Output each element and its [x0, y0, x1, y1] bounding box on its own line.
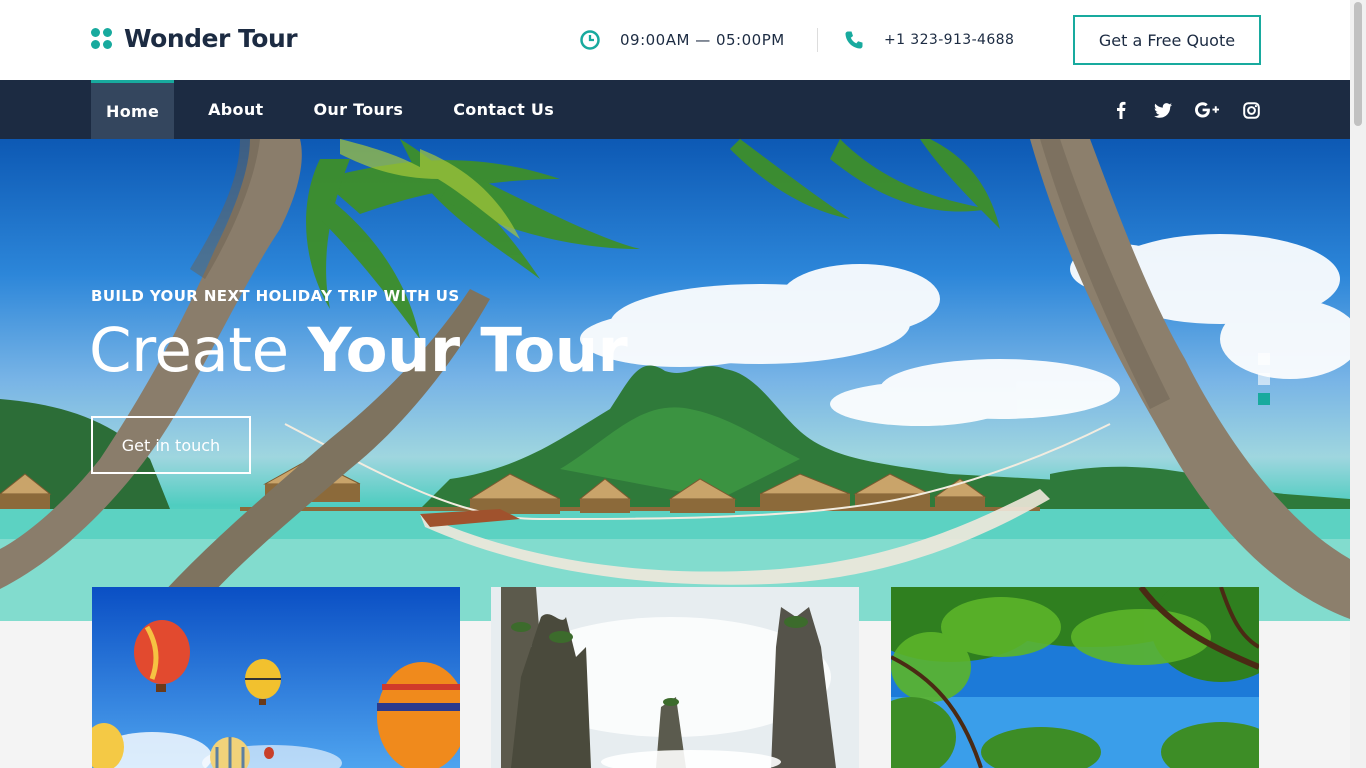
google-plus-icon[interactable]: [1194, 99, 1220, 121]
logo[interactable]: Wonder Tour: [91, 24, 298, 53]
nav-item-contact-us[interactable]: Contact Us: [428, 80, 579, 139]
hours-text: 09:00AM — 05:00PM: [620, 31, 785, 49]
nav-item-about[interactable]: About: [174, 80, 288, 139]
main-navigation: Home About Our Tours Contact Us: [0, 80, 1350, 139]
header-divider: [817, 28, 818, 52]
brand-name: Wonder Tour: [124, 24, 298, 53]
social-links: [1110, 99, 1262, 121]
nav-item-home[interactable]: Home: [91, 80, 175, 139]
slider-dot[interactable]: [1258, 373, 1270, 385]
scrollbar-thumb[interactable]: [1354, 2, 1362, 126]
tour-cards: [0, 587, 1350, 768]
tropical-tree-canopy-image: [891, 587, 1259, 768]
slider-dots: [1258, 353, 1270, 413]
instagram-icon[interactable]: [1240, 99, 1262, 121]
hero-subtitle: BUILD YOUR NEXT HOLIDAY TRIP WITH US: [91, 287, 460, 305]
nav-item-our-tours[interactable]: Our Tours: [288, 80, 428, 139]
slider-dot-active[interactable]: [1258, 393, 1270, 405]
get-in-touch-button[interactable]: Get in touch: [91, 416, 251, 474]
facebook-icon[interactable]: [1110, 99, 1132, 121]
phone-icon: [843, 29, 865, 51]
hot-air-balloons-image: [92, 587, 460, 768]
tour-card-balloons[interactable]: [92, 587, 460, 768]
phone-contact[interactable]: +1 323-913-4688: [843, 29, 1014, 51]
phone-number: +1 323-913-4688: [884, 32, 1015, 48]
nav-menu: Home About Our Tours Contact Us: [91, 80, 579, 139]
tour-card-mountains[interactable]: [491, 587, 859, 768]
page-scrollbar[interactable]: [1350, 0, 1366, 768]
slider-dot[interactable]: [1258, 353, 1270, 365]
tour-card-tree[interactable]: [891, 587, 1259, 768]
logo-dots-icon: [91, 27, 113, 50]
hero-title: Create Your Tour: [89, 315, 628, 387]
clock-icon: [579, 29, 601, 51]
opening-hours: 09:00AM — 05:00PM: [579, 29, 785, 51]
top-header: Wonder Tour 09:00AM — 05:00PM +1 323-913…: [0, 0, 1350, 80]
hero-title-bold: Your Tour: [307, 315, 628, 386]
hero-slider: BUILD YOUR NEXT HOLIDAY TRIP WITH US Cre…: [0, 139, 1350, 621]
hero-title-light: Create: [89, 315, 289, 386]
free-quote-button[interactable]: Get a Free Quote: [1073, 15, 1261, 65]
stone-pillar-mountains-image: [491, 587, 859, 768]
twitter-icon[interactable]: [1152, 99, 1174, 121]
